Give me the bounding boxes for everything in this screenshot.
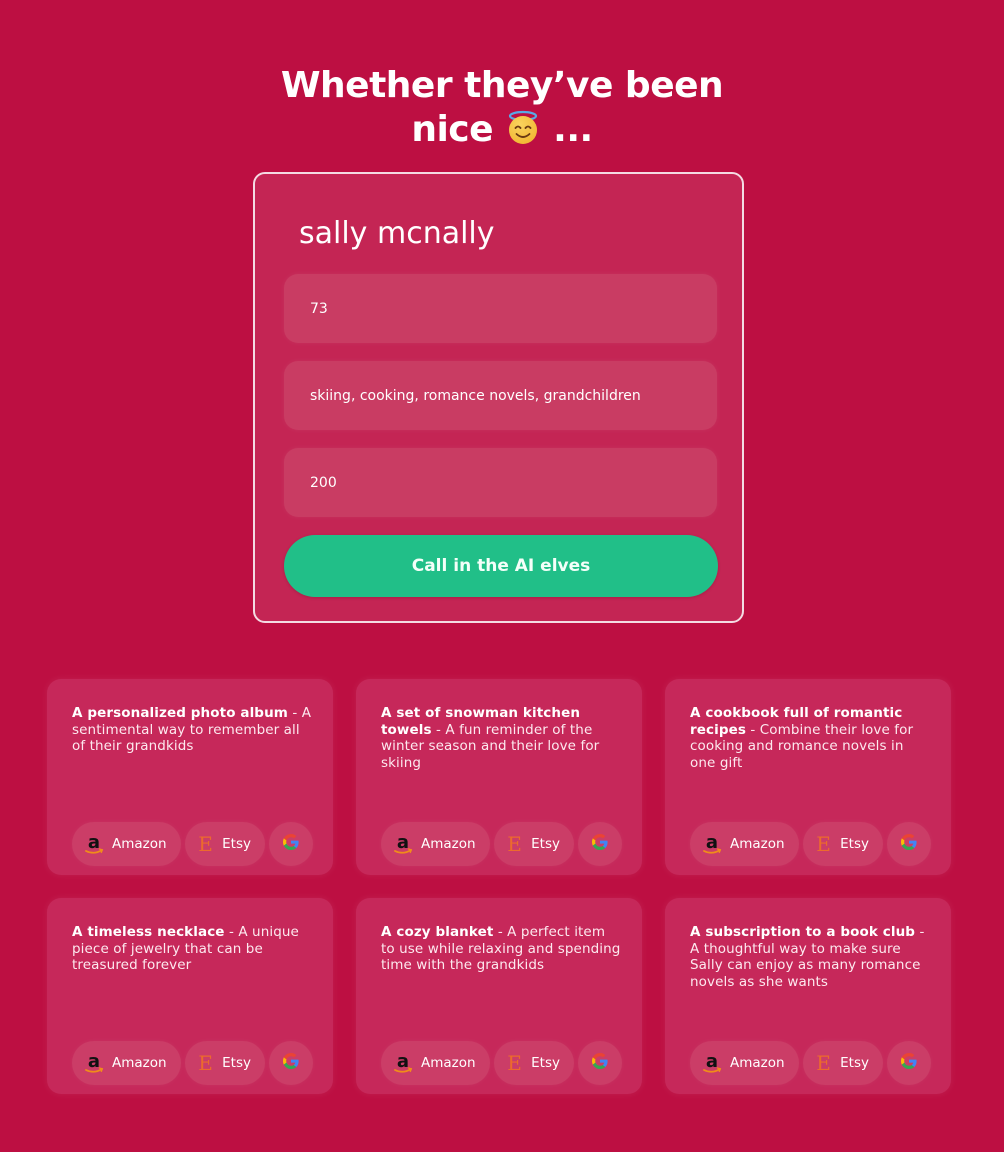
interests-input[interactable]: [284, 361, 717, 430]
gift-description: A set of snowman kitchen towels - A fun …: [381, 705, 621, 771]
store-links: a Amazon E Etsy: [72, 822, 313, 866]
title-ellipsis: ...: [553, 109, 593, 151]
google-icon: [590, 1051, 610, 1075]
amazon-label: Amazon: [112, 836, 167, 852]
title-nice-word: nice: [411, 109, 494, 151]
google-icon: [899, 832, 919, 856]
amazon-icon: a: [702, 1051, 722, 1075]
google-search-button[interactable]: [578, 822, 622, 866]
google-search-button[interactable]: [269, 1041, 313, 1085]
google-icon: [281, 1051, 301, 1075]
store-links: a Amazon E Etsy: [690, 1041, 931, 1085]
amazon-search-button[interactable]: a Amazon: [72, 822, 181, 866]
call-ai-elves-button[interactable]: Call in the AI elves: [284, 535, 718, 597]
svg-text:a: a: [397, 1051, 409, 1072]
amazon-icon: a: [84, 1051, 104, 1075]
etsy-search-button[interactable]: E Etsy: [494, 1041, 574, 1085]
page-title: Whether they’ve been nice ...: [0, 64, 1004, 152]
gift-title: A timeless necklace: [72, 924, 225, 940]
google-search-button[interactable]: [269, 822, 313, 866]
svg-text:a: a: [88, 832, 100, 853]
etsy-icon: E: [816, 832, 831, 856]
gift-card: A cozy blanket - A perfect item to use w…: [356, 898, 642, 1094]
amazon-search-button[interactable]: a Amazon: [381, 1041, 490, 1085]
store-links: a Amazon E Etsy: [72, 1041, 313, 1085]
amazon-search-button[interactable]: a Amazon: [381, 822, 490, 866]
svg-text:a: a: [88, 1051, 100, 1072]
amazon-icon: a: [393, 832, 413, 856]
etsy-search-button[interactable]: E Etsy: [803, 822, 883, 866]
google-icon: [899, 1051, 919, 1075]
etsy-label: Etsy: [840, 1055, 869, 1071]
store-links: a Amazon E Etsy: [690, 822, 931, 866]
etsy-label: Etsy: [222, 1055, 251, 1071]
store-links: a Amazon E Etsy: [381, 822, 622, 866]
svg-text:a: a: [397, 832, 409, 853]
gift-description: A personalized photo album - A sentiment…: [72, 705, 312, 755]
gift-title: A subscription to a book club: [690, 924, 916, 940]
etsy-label: Etsy: [840, 836, 869, 852]
gift-card: A set of snowman kitchen towels - A fun …: [356, 679, 642, 875]
gift-title: A personalized photo album: [72, 705, 288, 721]
gift-card: A cookbook full of romantic recipes - Co…: [665, 679, 951, 875]
store-links: a Amazon E Etsy: [381, 1041, 622, 1085]
amazon-search-button[interactable]: a Amazon: [690, 822, 799, 866]
gift-form-card: Call in the AI elves: [253, 172, 744, 623]
amazon-label: Amazon: [421, 1055, 476, 1071]
gift-card: A subscription to a book club - A though…: [665, 898, 951, 1094]
etsy-search-button[interactable]: E Etsy: [494, 822, 574, 866]
amazon-label: Amazon: [730, 836, 785, 852]
etsy-search-button[interactable]: E Etsy: [185, 1041, 265, 1085]
google-search-button[interactable]: [887, 822, 931, 866]
gift-title: A cozy blanket: [381, 924, 494, 940]
etsy-label: Etsy: [531, 836, 560, 852]
svg-text:a: a: [706, 1051, 718, 1072]
smiling-face-with-halo-icon: [505, 109, 541, 145]
amazon-label: Amazon: [112, 1055, 167, 1071]
amazon-icon: a: [702, 832, 722, 856]
gift-description: A subscription to a book club - A though…: [690, 924, 930, 990]
budget-input[interactable]: [284, 448, 717, 517]
etsy-icon: E: [816, 1051, 831, 1075]
google-search-button[interactable]: [887, 1041, 931, 1085]
etsy-label: Etsy: [222, 836, 251, 852]
gift-description: A timeless necklace - A unique piece of …: [72, 924, 312, 974]
etsy-search-button[interactable]: E Etsy: [803, 1041, 883, 1085]
amazon-label: Amazon: [730, 1055, 785, 1071]
amazon-search-button[interactable]: a Amazon: [72, 1041, 181, 1085]
etsy-search-button[interactable]: E Etsy: [185, 822, 265, 866]
etsy-icon: E: [198, 832, 213, 856]
etsy-icon: E: [507, 1051, 522, 1075]
title-line-2: nice ...: [0, 108, 1004, 152]
gift-card: A timeless necklace - A unique piece of …: [47, 898, 333, 1094]
google-search-button[interactable]: [578, 1041, 622, 1085]
amazon-icon: a: [393, 1051, 413, 1075]
etsy-icon: E: [198, 1051, 213, 1075]
gift-description: A cozy blanket - A perfect item to use w…: [381, 924, 621, 974]
etsy-label: Etsy: [531, 1055, 560, 1071]
svg-text:a: a: [706, 832, 718, 853]
amazon-icon: a: [84, 832, 104, 856]
title-line-1: Whether they’ve been: [280, 65, 724, 107]
recipient-name-input[interactable]: [299, 208, 699, 258]
gift-description: A cookbook full of romantic recipes - Co…: [690, 705, 930, 771]
google-icon: [590, 832, 610, 856]
google-icon: [281, 832, 301, 856]
amazon-label: Amazon: [421, 836, 476, 852]
etsy-icon: E: [507, 832, 522, 856]
age-input[interactable]: [284, 274, 717, 343]
amazon-search-button[interactable]: a Amazon: [690, 1041, 799, 1085]
gift-card: A personalized photo album - A sentiment…: [47, 679, 333, 875]
